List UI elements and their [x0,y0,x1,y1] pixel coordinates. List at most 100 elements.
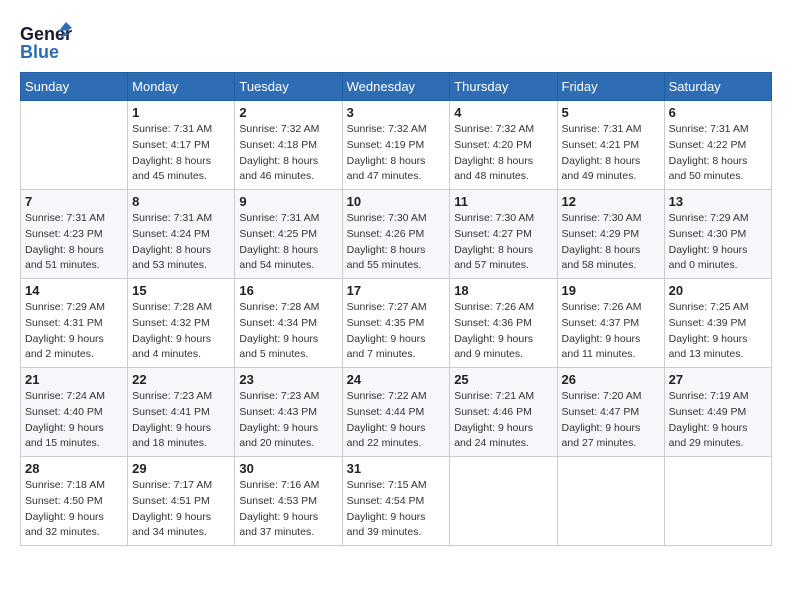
calendar-cell: 23 Sunrise: 7:23 AMSunset: 4:43 PMDayligh… [235,368,342,457]
day-info: Sunrise: 7:16 AMSunset: 4:53 PMDaylight:… [239,478,337,541]
calendar-header-row: Sunday Monday Tuesday Wednesday Thursday… [21,73,772,101]
day-number: 17 [347,283,446,298]
calendar-table: Sunday Monday Tuesday Wednesday Thursday… [20,72,772,546]
day-info: Sunrise: 7:19 AMSunset: 4:49 PMDaylight:… [669,389,767,452]
day-info: Sunrise: 7:22 AMSunset: 4:44 PMDaylight:… [347,389,446,452]
calendar-cell: 16 Sunrise: 7:28 AMSunset: 4:34 PMDayligh… [235,279,342,368]
day-number: 2 [239,105,337,120]
day-info: Sunrise: 7:23 AMSunset: 4:41 PMDaylight:… [132,389,230,452]
day-info: Sunrise: 7:18 AMSunset: 4:50 PMDaylight:… [25,478,123,541]
day-number: 7 [25,194,123,209]
day-number: 9 [239,194,337,209]
calendar-cell: 3 Sunrise: 7:32 AMSunset: 4:19 PMDaylight… [342,101,450,190]
calendar-cell: 28 Sunrise: 7:18 AMSunset: 4:50 PMDayligh… [21,457,128,546]
day-info: Sunrise: 7:31 AMSunset: 4:24 PMDaylight:… [132,211,230,274]
header-wednesday: Wednesday [342,73,450,101]
day-number: 3 [347,105,446,120]
day-info: Sunrise: 7:17 AMSunset: 4:51 PMDaylight:… [132,478,230,541]
calendar-cell: 27 Sunrise: 7:19 AMSunset: 4:49 PMDayligh… [664,368,771,457]
day-number: 4 [454,105,552,120]
calendar-cell: 8 Sunrise: 7:31 AMSunset: 4:24 PMDaylight… [128,190,235,279]
calendar-week-row: 1Sunrise: 7:31 AMSunset: 4:17 PMDaylight… [21,101,772,190]
day-number: 19 [562,283,660,298]
calendar-cell: 19 Sunrise: 7:26 AMSunset: 4:37 PMDayligh… [557,279,664,368]
calendar-cell: 6Sunrise: 7:31 AMSunset: 4:22 PMDaylight… [664,101,771,190]
svg-text:Blue: Blue [20,42,59,62]
day-info: Sunrise: 7:24 AMSunset: 4:40 PMDaylight:… [25,389,123,452]
calendar-cell: 11 Sunrise: 7:30 AMSunset: 4:27 PMDayligh… [450,190,557,279]
day-number: 11 [454,194,552,209]
calendar-cell: 24 Sunrise: 7:22 AMSunset: 4:44 PMDayligh… [342,368,450,457]
day-info: Sunrise: 7:26 AMSunset: 4:36 PMDaylight:… [454,300,552,363]
calendar-cell: 7 Sunrise: 7:31 AMSunset: 4:23 PMDaylight… [21,190,128,279]
day-number: 16 [239,283,337,298]
calendar-cell: 22 Sunrise: 7:23 AMSunset: 4:41 PMDayligh… [128,368,235,457]
day-number: 25 [454,372,552,387]
day-number: 8 [132,194,230,209]
calendar-cell [664,457,771,546]
calendar-cell [557,457,664,546]
day-info: Sunrise: 7:21 AMSunset: 4:46 PMDaylight:… [454,389,552,452]
day-info: Sunrise: 7:29 AMSunset: 4:30 PMDaylight:… [669,211,767,274]
calendar-cell: 17 Sunrise: 7:27 AMSunset: 4:35 PMDayligh… [342,279,450,368]
calendar-cell: 12 Sunrise: 7:30 AMSunset: 4:29 PMDayligh… [557,190,664,279]
day-info: Sunrise: 7:28 AMSunset: 4:32 PMDaylight:… [132,300,230,363]
calendar-week-row: 7 Sunrise: 7:31 AMSunset: 4:23 PMDaylight… [21,190,772,279]
day-info: Sunrise: 7:30 AMSunset: 4:29 PMDaylight:… [562,211,660,274]
logo: General Blue [20,20,72,62]
day-info: Sunrise: 7:31 AMSunset: 4:22 PMDaylight:… [669,122,767,185]
day-info: Sunrise: 7:32 AMSunset: 4:18 PMDaylight:… [239,122,337,185]
day-info: Sunrise: 7:28 AMSunset: 4:34 PMDaylight:… [239,300,337,363]
calendar-week-row: 28 Sunrise: 7:18 AMSunset: 4:50 PMDayligh… [21,457,772,546]
day-number: 28 [25,461,123,476]
day-info: Sunrise: 7:30 AMSunset: 4:26 PMDaylight:… [347,211,446,274]
calendar-cell: 9 Sunrise: 7:31 AMSunset: 4:25 PMDaylight… [235,190,342,279]
day-number: 23 [239,372,337,387]
calendar-cell: 31 Sunrise: 7:15 AMSunset: 4:54 PMDayligh… [342,457,450,546]
header-thursday: Thursday [450,73,557,101]
day-number: 13 [669,194,767,209]
calendar-cell: 10 Sunrise: 7:30 AMSunset: 4:26 PMDayligh… [342,190,450,279]
day-number: 15 [132,283,230,298]
day-info: Sunrise: 7:32 AMSunset: 4:19 PMDaylight:… [347,122,446,185]
calendar-cell: 13 Sunrise: 7:29 AMSunset: 4:30 PMDayligh… [664,190,771,279]
day-number: 30 [239,461,337,476]
day-number: 18 [454,283,552,298]
day-info: Sunrise: 7:15 AMSunset: 4:54 PMDaylight:… [347,478,446,541]
day-number: 10 [347,194,446,209]
day-info: Sunrise: 7:30 AMSunset: 4:27 PMDaylight:… [454,211,552,274]
day-info: Sunrise: 7:23 AMSunset: 4:43 PMDaylight:… [239,389,337,452]
calendar-cell [21,101,128,190]
day-info: Sunrise: 7:31 AMSunset: 4:25 PMDaylight:… [239,211,337,274]
calendar-week-row: 14Sunrise: 7:29 AMSunset: 4:31 PMDayligh… [21,279,772,368]
calendar-cell: 29 Sunrise: 7:17 AMSunset: 4:51 PMDayligh… [128,457,235,546]
day-number: 29 [132,461,230,476]
calendar-cell: 26 Sunrise: 7:20 AMSunset: 4:47 PMDayligh… [557,368,664,457]
day-number: 22 [132,372,230,387]
day-info: Sunrise: 7:20 AMSunset: 4:47 PMDaylight:… [562,389,660,452]
header-tuesday: Tuesday [235,73,342,101]
day-number: 24 [347,372,446,387]
day-number: 12 [562,194,660,209]
header-monday: Monday [128,73,235,101]
header-saturday: Saturday [664,73,771,101]
calendar-cell [450,457,557,546]
day-number: 1 [132,105,230,120]
day-number: 27 [669,372,767,387]
day-number: 5 [562,105,660,120]
day-info: Sunrise: 7:32 AMSunset: 4:20 PMDaylight:… [454,122,552,185]
header-sunday: Sunday [21,73,128,101]
day-info: Sunrise: 7:26 AMSunset: 4:37 PMDaylight:… [562,300,660,363]
page-header: General Blue [20,20,772,62]
day-number: 31 [347,461,446,476]
calendar-week-row: 21 Sunrise: 7:24 AMSunset: 4:40 PMDayligh… [21,368,772,457]
day-number: 14 [25,283,123,298]
logo-brand: General Blue [20,20,72,62]
day-info: Sunrise: 7:27 AMSunset: 4:35 PMDaylight:… [347,300,446,363]
calendar-cell: 2 Sunrise: 7:32 AMSunset: 4:18 PMDaylight… [235,101,342,190]
header-friday: Friday [557,73,664,101]
day-number: 21 [25,372,123,387]
day-number: 26 [562,372,660,387]
calendar-cell: 21 Sunrise: 7:24 AMSunset: 4:40 PMDayligh… [21,368,128,457]
day-info: Sunrise: 7:31 AMSunset: 4:23 PMDaylight:… [25,211,123,274]
